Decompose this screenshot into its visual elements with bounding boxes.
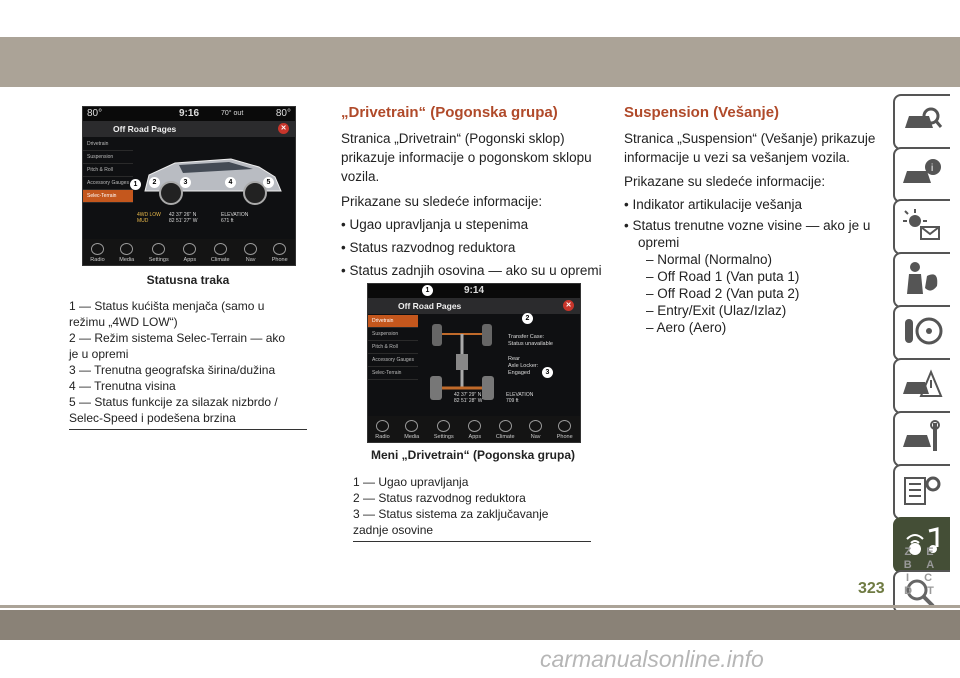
drivetrain-lead: Prikazane su sledeće informacije: <box>341 194 543 209</box>
callout2-1: 1 <box>422 285 433 296</box>
screen2-title: Off Road Pages <box>398 301 462 311</box>
callout2-2: 2 <box>522 313 533 324</box>
middle-figure-caption: Meni „Drivetrain“ (Pogonska grupa) <box>370 448 576 462</box>
screen2-coords: 42 37' 29'' N 82 51' 28'' W <box>454 392 483 404</box>
callout-1: 1 <box>130 179 141 190</box>
ride-height-aero: – Aero (Aero) <box>646 320 727 335</box>
screen-bottom-bar: Radio Media Settings Apps Climate Nav Ph… <box>83 239 295 265</box>
side-item-pitch-roll: Pitch & Roll <box>83 164 133 177</box>
middle-figure-notes: 1 — Ugao upravljanja 2 — Status razvodno… <box>353 475 549 537</box>
drivetrain-bullet-2: • Status razvodnog reduktora <box>341 240 516 255</box>
drivetrain-heading: „Drivetrain“ (Pogonska grupa) <box>341 104 558 121</box>
readout-coords: 42 37' 26'' N 82 51' 27'' W <box>169 212 198 224</box>
svg-text:i: i <box>931 163 933 174</box>
side-item-drivetrain: Drivetrain <box>83 138 133 151</box>
screen-status-bar: 80° 9:16 70° out 80° <box>83 107 295 121</box>
side2-item-selec-terrain: Selec-Terrain <box>368 367 418 380</box>
left-divider <box>69 429 307 430</box>
drivetrain-intro: Stranica „Drivetrain“ (Pogonski sklop) p… <box>341 131 592 184</box>
side2-item-pitch-roll: Pitch & Roll <box>368 341 418 354</box>
footer-band <box>0 610 960 640</box>
rear-axle-info: Rear Axle Locker: Engaged <box>508 356 539 376</box>
side2-item-drivetrain: Drivetrain <box>368 315 418 328</box>
page-number: 323 <box>858 580 885 597</box>
middle-divider <box>353 541 591 542</box>
close-icon: ✕ <box>563 300 574 311</box>
screen-title: Off Road Pages <box>113 124 177 134</box>
car-info-icon[interactable]: i <box>893 147 950 203</box>
suspension-bullet-1: • Indikator artikulacije vešanja <box>624 197 803 212</box>
screen2-time: 9:14 <box>464 285 485 296</box>
status-temp-left: 80° <box>87 108 103 119</box>
screen2-side-menu: Drivetrain Suspension Pitch & Roll Acces… <box>368 315 418 380</box>
screen-side-menu: Drivetrain Suspension Pitch & Roll Acces… <box>83 138 133 203</box>
seatbelt-airbag-icon[interactable] <box>893 252 950 308</box>
selec-terrain-screen-image: 80° 9:16 70° out 80° Off Road Pages ✕ Dr… <box>82 106 296 266</box>
side-item-suspension: Suspension <box>83 151 133 164</box>
header-band <box>0 37 960 87</box>
readout-4wd: 4WD LOW MUD <box>137 212 161 224</box>
close-icon: ✕ <box>278 123 289 134</box>
left-figure-notes: 1 — Status kućišta menjača (samo u režim… <box>69 299 286 425</box>
car-service-icon[interactable] <box>893 411 950 467</box>
screen2-elevation: ELEVATION 709 ft <box>506 392 534 404</box>
steering-icon[interactable] <box>893 305 950 361</box>
screen2-bottom-bar: Radio Media Settings Apps Climate Nav Ph… <box>368 416 580 442</box>
transfer-case-info: Transfer Case: Status unavailable <box>508 334 553 347</box>
callout-4: 4 <box>225 177 236 188</box>
callout-5: 5 <box>263 177 274 188</box>
screen-title-bar: Off Road Pages ✕ <box>83 121 295 137</box>
screen2-title-bar: Off Road Pages ✕ <box>368 298 580 314</box>
warning-lights-icon[interactable] <box>893 199 950 255</box>
car-crash-icon[interactable] <box>893 358 950 414</box>
suspension-heading: Suspension (Vešanje) <box>624 104 780 121</box>
side-item-selec-terrain: Selec-Terrain <box>83 190 133 203</box>
specs-gear-icon[interactable] <box>893 464 950 520</box>
side2-item-gauges: Accessory Gauges <box>368 354 418 367</box>
callout-2: 2 <box>149 177 160 188</box>
drivetrain-screen-image: 9:14 Off Road Pages ✕ Drivetrain Suspens… <box>367 283 581 443</box>
drivetrain-bullet-1: • Ugao upravljanja u stepenima <box>341 217 529 232</box>
car-search-icon[interactable] <box>893 94 950 150</box>
suspension-intro: Stranica „Suspension“ (Vešanje) prikazuj… <box>624 131 876 165</box>
callout-3: 3 <box>180 177 191 188</box>
side2-item-suspension: Suspension <box>368 328 418 341</box>
side-item-gauges: Accessory Gauges <box>83 177 133 190</box>
index-letters-icon[interactable]: Z E B A I C D T <box>896 546 948 597</box>
status-outside-temp: 70° out <box>221 110 244 117</box>
readout-elevation: ELEVATION 671 ft <box>221 212 249 224</box>
watermark-text: carmanualsonline.info <box>540 646 764 672</box>
callout2-3: 3 <box>542 367 553 378</box>
drivetrain-bullet-3: • Status zadnjih osovina — ako su u opre… <box>341 263 602 278</box>
suspension-lead: Prikazane su sledeće informacije: <box>624 174 826 189</box>
left-figure-caption: Statusna traka <box>146 273 230 287</box>
status-temp-right: 80° <box>275 108 291 119</box>
footer-line <box>0 605 960 608</box>
status-time: 9:16 <box>179 108 200 119</box>
screen2-status-bar: 9:14 <box>368 284 580 298</box>
